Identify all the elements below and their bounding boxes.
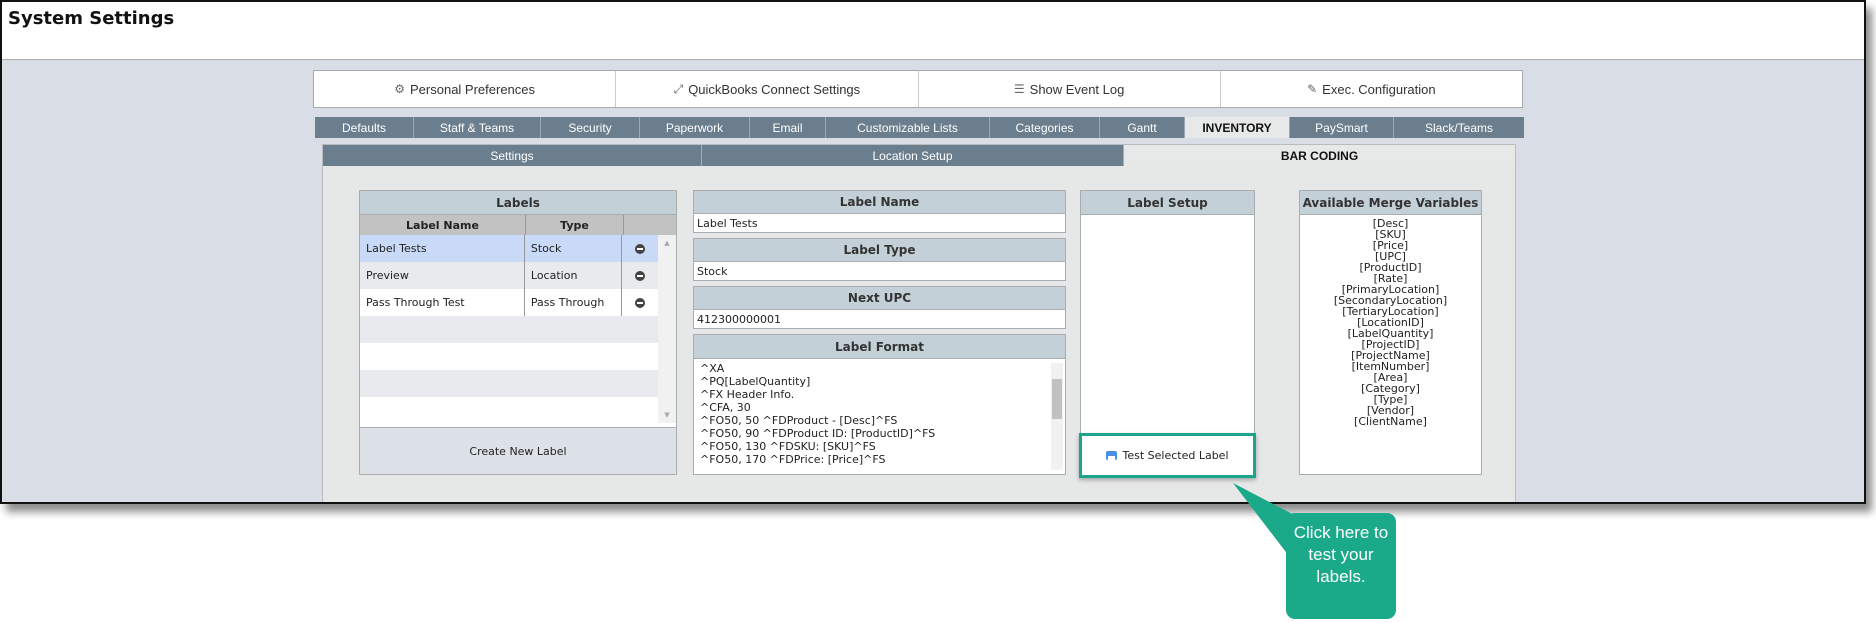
callout-text: Click here to test your labels. bbox=[1293, 523, 1389, 586]
callout-pointer bbox=[1233, 483, 1396, 619]
